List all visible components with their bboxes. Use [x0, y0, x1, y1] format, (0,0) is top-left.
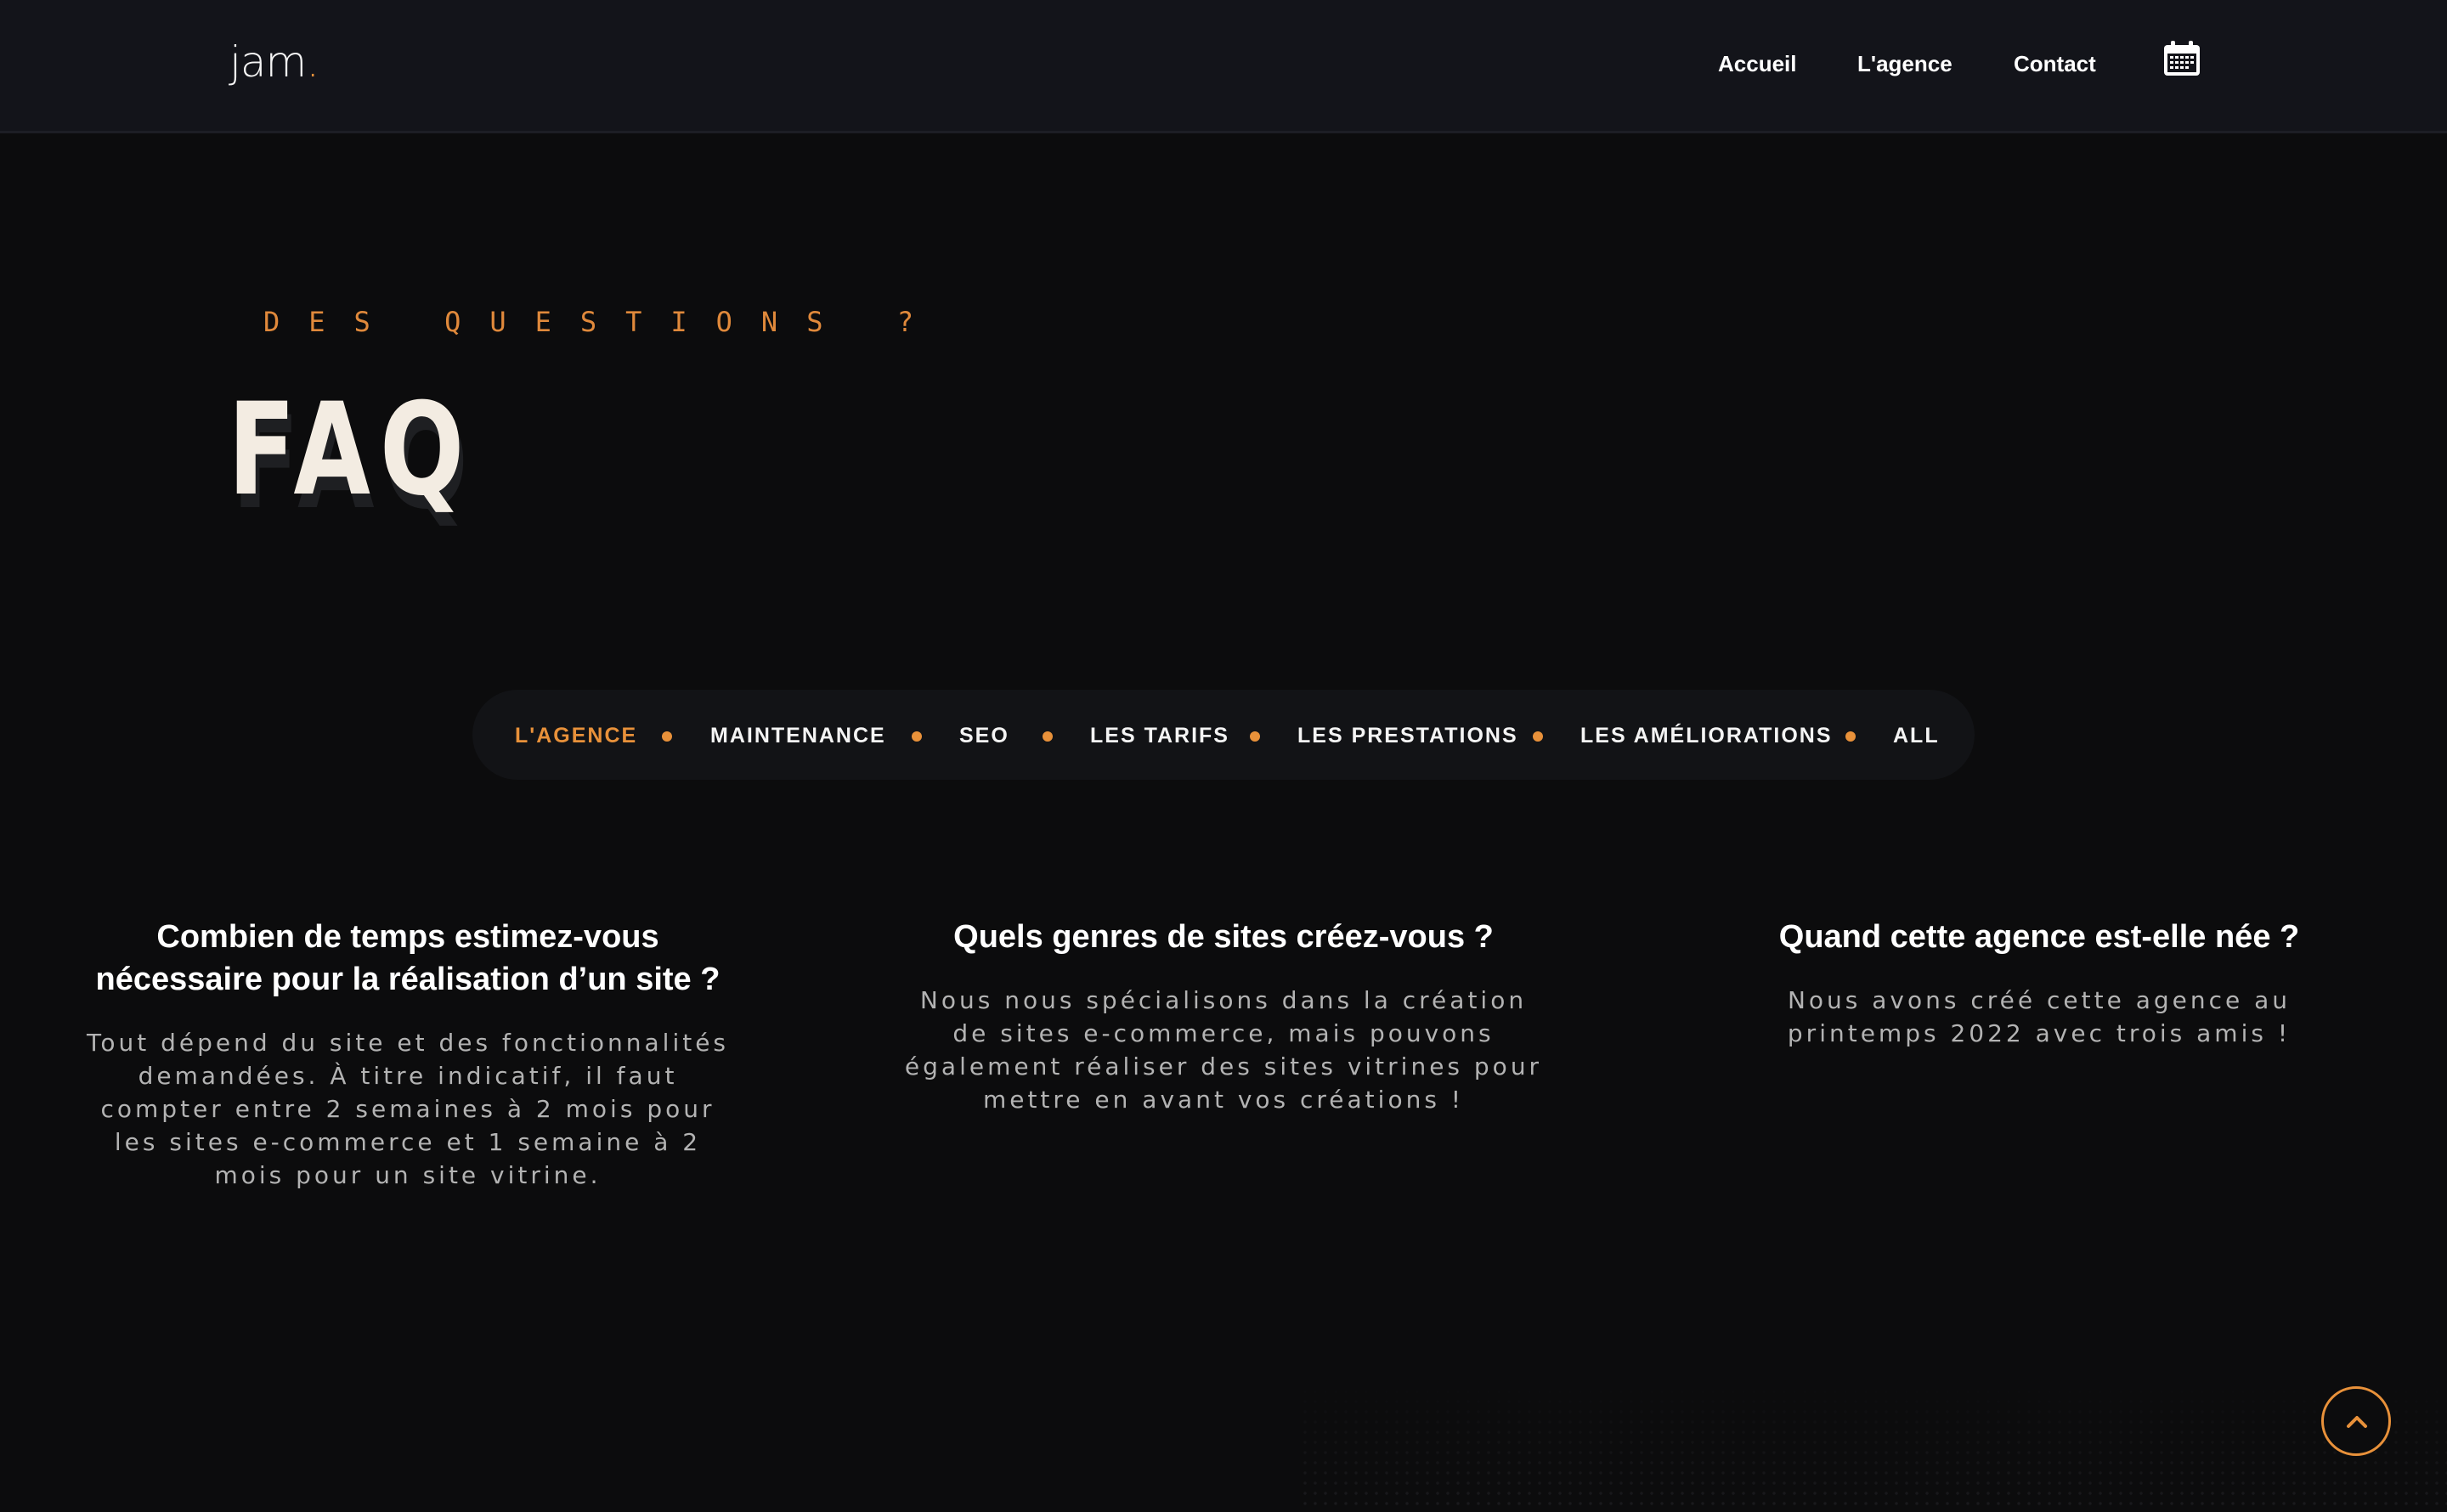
background-texture	[1300, 1376, 2447, 1512]
logo-dot: .	[306, 37, 319, 87]
dot-separator	[1845, 731, 1856, 742]
dot-separator	[1533, 731, 1543, 742]
dot-separator	[1043, 731, 1053, 742]
faq-item: Quels genres de sites créez-vous ? Nous …	[892, 916, 1555, 1116]
filter-seo[interactable]: SEO	[959, 724, 1009, 748]
filter-tarifs[interactable]: LES TARIFS	[1090, 724, 1229, 748]
filter-maintenance[interactable]: MAINTENANCE	[710, 724, 886, 748]
faq-question: Quand cette agence est-elle née ?	[1778, 919, 2300, 955]
logo-text: jam	[229, 37, 307, 87]
faq-answer: Nous avons créé cette agence au printemp…	[1787, 986, 2292, 1047]
scroll-to-top-button[interactable]	[2321, 1386, 2391, 1456]
filter-agence[interactable]: L'AGENCE	[515, 724, 637, 748]
site-header: jam. Accueil L'agence Contact	[0, 0, 2447, 133]
nav-link-contact[interactable]: Contact	[2014, 51, 2096, 77]
logo[interactable]: jam.	[229, 37, 319, 87]
chevron-up-icon	[2347, 1416, 2367, 1428]
section-kicker: DES QUESTIONS ?	[263, 306, 942, 338]
dot-separator	[912, 731, 922, 742]
nav-link-agence[interactable]: L'agence	[1857, 51, 1953, 77]
faq-question: Quels genres de sites créez-vous ?	[953, 919, 1494, 955]
calendar-icon[interactable]	[2163, 41, 2201, 76]
filter-ameliorations[interactable]: LES AMÉLIORATIONS	[1580, 724, 1833, 748]
dot-separator	[1250, 731, 1260, 742]
faq-item: Combien de temps estimez-vous nécessaire…	[76, 916, 739, 1192]
page-title: FAQ	[228, 376, 474, 524]
filter-prestations[interactable]: LES PRESTATIONS	[1297, 724, 1518, 748]
faq-answer: Nous nous spécialisons dans la création …	[904, 986, 1543, 1114]
dot-separator	[662, 731, 672, 742]
filter-all[interactable]: ALL	[1893, 724, 1940, 748]
faq-answer: Tout dépend du site et des fonctionnalit…	[86, 1029, 730, 1189]
faq-item: Quand cette agence est-elle née ? Nous a…	[1708, 916, 2371, 1050]
nav-link-accueil[interactable]: Accueil	[1718, 51, 1797, 77]
faq-question: Combien de temps estimez-vous nécessaire…	[95, 919, 721, 997]
